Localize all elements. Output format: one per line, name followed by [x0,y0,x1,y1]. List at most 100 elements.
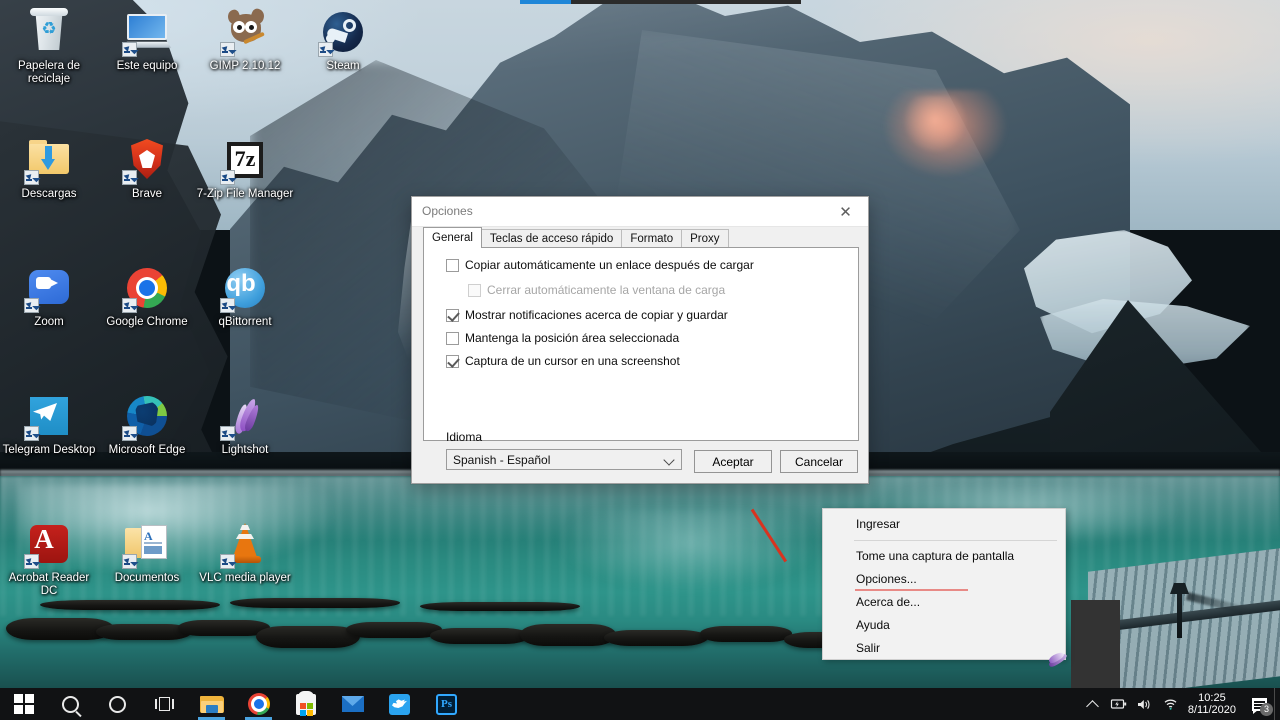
desktop-icon-telegram-desktop[interactable]: Telegram Desktop [0,392,98,457]
lightshot-feather-icon [220,392,269,441]
checkbox-close-upload-window[interactable] [468,283,481,297]
checkbox-row-copy-link[interactable]: Copiar automáticamente un enlace después… [446,258,754,272]
downloads-folder-icon [24,136,73,185]
checkbox-row-show-notifications[interactable]: Mostrar notificaciones acerca de copiar … [446,308,728,322]
chevron-down-icon [663,454,675,466]
wallpaper-alpenglow-core [900,96,970,156]
menu-item-ingresar[interactable]: Ingresar [823,513,1065,536]
gimp-icon [220,7,269,57]
shortcut-arrow-icon [24,170,39,185]
language-select[interactable]: Spanish - Español [446,449,682,470]
tab-format[interactable]: Formato [621,229,683,248]
start-button[interactable] [0,688,47,720]
photoshop-icon: Ps [436,693,457,715]
dialog-title-bar[interactable]: Opciones ✕ [412,197,868,227]
checkbox-keep-selection-position[interactable] [446,331,459,345]
taskbar-app-file-explorer[interactable] [188,688,235,720]
tray-battery-button[interactable] [1106,688,1132,720]
lightshot-options-dialog[interactable]: Opciones ✕ General Teclas de acceso rápi… [411,196,869,484]
menu-item-opciones[interactable]: Opciones... [823,568,1065,591]
cancel-button[interactable]: Cancelar [780,450,858,473]
this-pc-icon [122,8,172,57]
tab-hotkeys[interactable]: Teclas de acceso rápido [480,229,623,248]
taskbar-app-google-chrome[interactable] [235,688,282,720]
taskbar-app-mail[interactable] [329,688,376,720]
show-desktop-button[interactable] [1274,688,1280,720]
clock-button[interactable]: 10:25 8/11/2020 [1184,688,1244,720]
taskbar-app-photoshop[interactable]: Ps [423,688,470,720]
cortana-button[interactable] [94,688,141,720]
documents-folder-icon: A [122,520,171,569]
tray-overflow-button[interactable] [1080,688,1106,720]
search-button[interactable] [47,688,94,720]
checkbox-row-capture-cursor[interactable]: Captura de un cursor en una screenshot [446,354,680,368]
taskbar-app-microsoft-store[interactable] [282,688,329,720]
desktop-icon-este-equipo[interactable]: Este equipo [98,8,196,73]
desktop-icon-papelera-de-reciclaje[interactable]: ♻ Papelera de reciclaje [0,8,98,86]
shortcut-arrow-icon [220,42,235,57]
upload-progress-track [520,0,801,4]
shortcut-arrow-icon [122,170,137,185]
desktop-icon-label: Google Chrome [106,316,188,328]
checkbox-row-close-upload-window[interactable]: Cerrar automáticamente la ventana de car… [468,283,725,297]
desktop-icon-label: GIMP 2.10.12 [209,60,281,72]
desktop-icon-7zip[interactable]: 7z 7-Zip File Manager [196,136,294,201]
cortana-circle-icon [109,695,126,713]
checkbox-show-notifications[interactable] [446,308,459,322]
checkbox-label: Copiar automáticamente un enlace después… [465,258,754,272]
tab-proxy[interactable]: Proxy [681,229,729,248]
checkbox-row-keep-selection-position[interactable]: Mantenga la posición área seleccionada [446,331,679,345]
dialog-tab-panel-general: Copiar automáticamente un enlace después… [423,247,859,470]
accept-button[interactable]: Aceptar [694,450,772,473]
shortcut-arrow-icon [24,554,39,569]
wallpaper-lamp-post [1177,590,1182,638]
desktop-icon-steam[interactable]: Steam [294,8,392,73]
desktop-icon-zoom[interactable]: Zoom [0,264,98,329]
menu-item-tome-una-captura-de-pantalla[interactable]: Tome una captura de pantalla [823,545,1065,568]
microsoft-store-icon [295,690,316,716]
close-icon[interactable]: ✕ [823,197,868,226]
background-window-panel[interactable]: ✓ [1071,600,1120,688]
wifi-icon [1164,699,1177,710]
menu-item-acerca-de[interactable]: Acerca de... [823,591,1065,614]
desktop-icon-descargas[interactable]: Descargas [0,136,98,201]
taskbar-app-twitter[interactable] [376,688,423,720]
desktop-icon-vlc-media-player[interactable]: VLC media player [196,520,294,585]
desktop-icon-label: Documentos [114,572,180,584]
tray-volume-button[interactable] [1132,688,1158,720]
desktop-icon-acrobat-reader-dc[interactable]: A Acrobat Reader DC [0,520,98,598]
desktop-icon-gimp[interactable]: GIMP 2.10.12 [196,7,294,73]
vlc-icon [220,520,269,569]
desktop-icon-lightshot[interactable]: Lightshot [196,392,294,457]
upload-progress-fill [520,0,571,4]
edge-icon [122,392,171,441]
tray-network-button[interactable] [1158,688,1184,720]
desktop-icon-qbittorrent[interactable]: qb qBittorrent [196,264,294,329]
menu-item-salir[interactable]: Salir [823,637,1065,660]
telegram-icon [24,392,73,441]
lightshot-tray-context-menu[interactable]: Ingresar Tome una captura de pantalla Op… [822,508,1066,660]
wallpaper-lake-glare-b [560,510,820,590]
chrome-icon [122,264,171,313]
task-view-button[interactable] [141,688,188,720]
desktop-icon-label: Telegram Desktop [2,444,96,456]
desktop-icon-google-chrome[interactable]: Google Chrome [98,264,196,329]
menu-item-ayuda[interactable]: Ayuda [823,614,1065,637]
action-center-button[interactable]: 3 [1244,688,1274,720]
checkbox-label: Mantenga la posición área seleccionada [465,331,680,345]
shortcut-arrow-icon [220,554,235,569]
battery-charging-icon [1110,699,1127,709]
wallpaper-lamp-head [1170,580,1189,594]
desktop-icon-documentos[interactable]: A Documentos [98,520,196,585]
menu-item-label: Opciones... [856,572,917,586]
desktop-icon-brave[interactable]: Brave [98,136,196,201]
7zip-icon: 7z [220,136,269,185]
checkbox-label: Mostrar notificaciones acerca de copiar … [465,308,728,322]
search-icon [62,695,79,713]
checkbox-copy-link[interactable] [446,258,459,272]
checkbox-capture-cursor[interactable] [446,354,459,368]
checkbox-label: Cerrar automáticamente la ventana de car… [487,283,726,297]
tab-general[interactable]: General [423,227,482,248]
desktop-icon-microsoft-edge[interactable]: Microsoft Edge [98,392,196,457]
task-view-icon [154,696,175,712]
